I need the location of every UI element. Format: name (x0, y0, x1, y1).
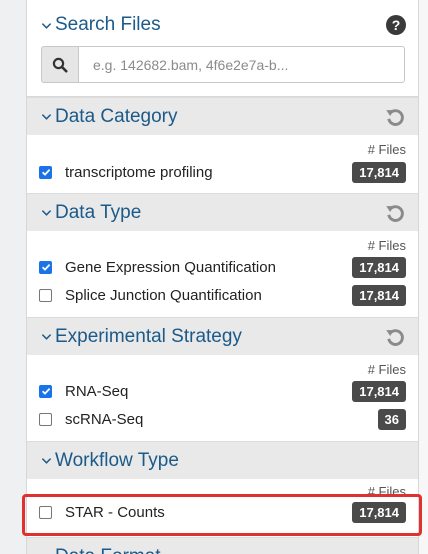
facet-experimental-strategy: Experimental Strategy # Files RNA-Seq 17… (27, 317, 418, 441)
search-button[interactable] (41, 46, 78, 83)
experimental-strategy-title: Experimental Strategy (55, 325, 242, 347)
checkbox-checked[interactable] (39, 260, 52, 274)
option-label: RNA-Seq (65, 382, 129, 400)
reset-icon[interactable] (384, 326, 406, 348)
facet-option-scrna-seq[interactable]: scRNA-Seq 36 (39, 407, 406, 431)
experimental-strategy-toggle[interactable]: Experimental Strategy (39, 326, 242, 348)
highlight-annotation-box (22, 494, 422, 536)
facet-option-rna-seq[interactable]: RNA-Seq 17,814 (39, 379, 406, 403)
facet-data-type: Data Type # Files Gene Expression Quanti… (27, 193, 418, 317)
facet-data-category: Data Category # Files transcriptome prof… (27, 97, 418, 193)
files-column-label: # Files (367, 362, 406, 377)
facet-option-gene-expression-quantification[interactable]: Gene Expression Quantification 17,814 (39, 255, 406, 279)
option-label: transcriptome profiling (65, 163, 213, 181)
reset-icon[interactable] (384, 106, 406, 128)
checkbox-checked[interactable] (39, 384, 52, 398)
count-badge: 17,814 (352, 161, 406, 183)
chevron-down-icon (39, 454, 53, 468)
option-label: Splice Junction Quantification (65, 286, 262, 304)
count-badge: 36 (377, 408, 406, 430)
search-files-toggle[interactable]: Search Files (39, 14, 161, 36)
files-column-label: # Files (367, 238, 406, 253)
chevron-down-icon (39, 550, 53, 554)
data-format-toggle[interactable]: Data Format (39, 546, 161, 554)
data-type-title: Data Type (55, 201, 142, 223)
files-column-label: # Files (367, 142, 406, 157)
facet-option-transcriptome-profiling[interactable]: transcriptome profiling 17,814 (39, 160, 406, 184)
search-files-section: Search Files ? (27, 0, 418, 97)
checkbox-checked[interactable] (39, 165, 52, 179)
chevron-down-icon (39, 18, 53, 32)
search-files-input[interactable] (78, 46, 405, 83)
chevron-down-icon (39, 330, 53, 344)
chevron-down-icon (39, 110, 53, 124)
count-badge: 17,814 (352, 256, 406, 278)
file-facets-panel: Search Files ? Data Category (26, 0, 419, 554)
search-files-title: Search Files (55, 14, 161, 35)
option-label: scRNA-Seq (65, 410, 144, 428)
help-icon[interactable]: ? (386, 15, 406, 35)
left-gutter (0, 0, 26, 554)
data-category-toggle[interactable]: Data Category (39, 106, 178, 128)
facet-data-format: Data Format (27, 537, 418, 554)
search-icon (52, 57, 68, 72)
chevron-down-icon (39, 206, 53, 220)
workflow-type-title: Workflow Type (55, 449, 179, 471)
workflow-type-toggle[interactable]: Workflow Type (39, 450, 179, 472)
data-category-title: Data Category (55, 105, 178, 127)
count-badge: 17,814 (352, 380, 406, 402)
data-type-toggle[interactable]: Data Type (39, 202, 141, 224)
facet-option-splice-junction-quantification[interactable]: Splice Junction Quantification 17,814 (39, 283, 406, 307)
right-gutter (419, 0, 428, 554)
data-format-title: Data Format (55, 546, 161, 554)
checkbox-unchecked[interactable] (39, 412, 52, 426)
option-label: Gene Expression Quantification (65, 258, 276, 276)
reset-icon[interactable] (384, 202, 406, 224)
count-badge: 17,814 (352, 284, 406, 306)
checkbox-unchecked[interactable] (39, 288, 52, 302)
